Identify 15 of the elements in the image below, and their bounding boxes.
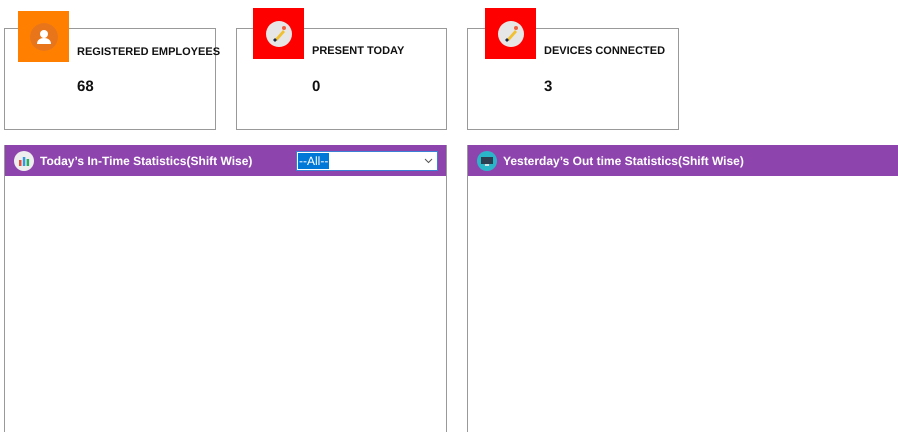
pen-icon — [266, 20, 292, 46]
panel-title: Yesterday’s Out time Statistics(Shift Wise) — [503, 152, 744, 170]
card-label: DEVICES CONNECTED — [544, 44, 666, 59]
card-label: PRESENT TODAY — [312, 44, 404, 59]
caret-icon — [424, 158, 433, 164]
bar-chart-icon — [14, 150, 34, 170]
card-value: 3 — [544, 77, 552, 97]
card-value: 68 — [77, 77, 94, 97]
shift-dropdown[interactable]: --All-- — [296, 150, 438, 170]
pen-icon — [498, 20, 524, 46]
person-icon — [30, 22, 58, 50]
monitor-icon — [477, 150, 497, 170]
card-label: REGISTERED EMPLOYEES — [77, 45, 220, 60]
panel-title: Today’s In-Time Statistics(Shift Wise) — [40, 152, 252, 170]
card-value: 0 — [312, 77, 320, 97]
